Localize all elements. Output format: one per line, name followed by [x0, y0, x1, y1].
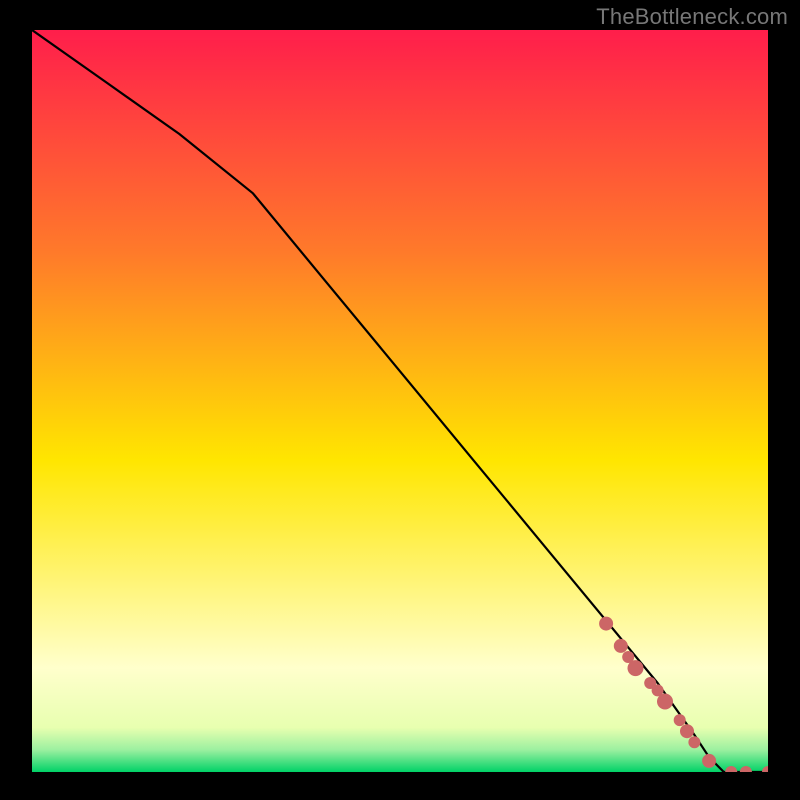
data-point	[688, 736, 700, 748]
data-point	[680, 724, 694, 738]
gradient-background	[32, 30, 768, 772]
watermark-text: TheBottleneck.com	[596, 4, 788, 30]
data-point	[614, 639, 628, 653]
plot-area	[32, 30, 768, 772]
plot-svg	[32, 30, 768, 772]
data-point	[702, 754, 716, 768]
data-point	[599, 617, 613, 631]
chart-container: TheBottleneck.com	[0, 0, 800, 800]
data-point	[674, 714, 686, 726]
data-point	[657, 694, 673, 710]
data-point	[628, 660, 644, 676]
